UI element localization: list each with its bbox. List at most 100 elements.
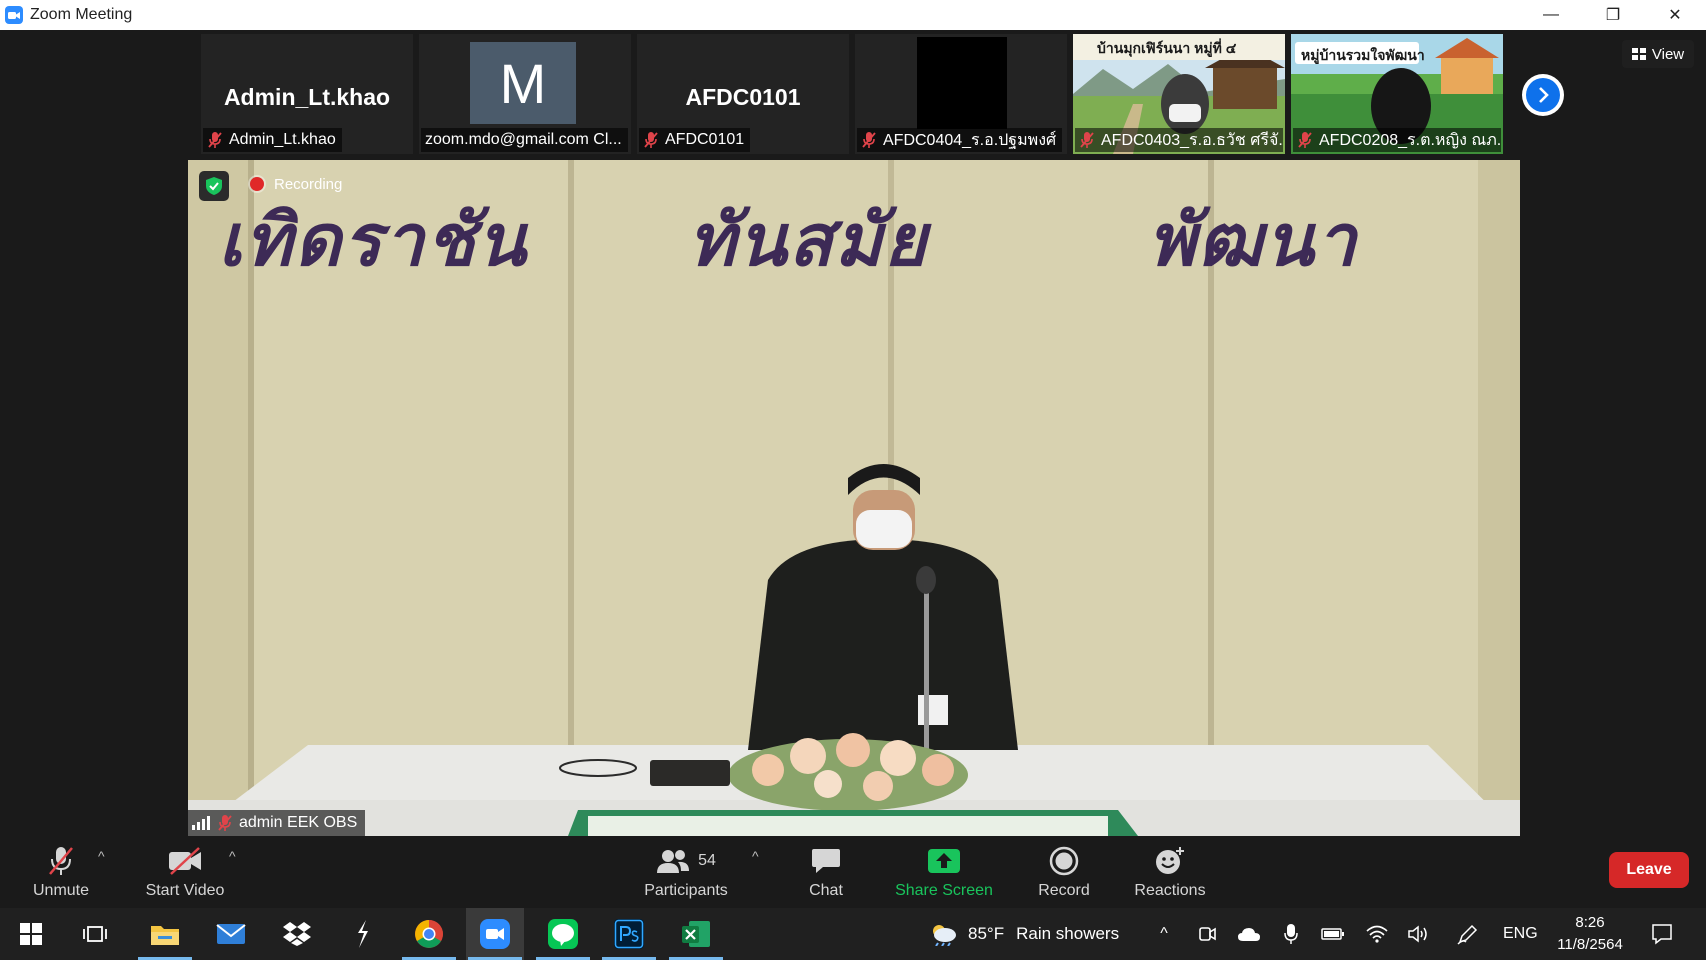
share-screen-label: Share Screen (895, 882, 993, 899)
participants-count: 54 (698, 852, 716, 869)
participant-thumbnail[interactable]: AFDC0404_ร.อ.ปฐมพงศ์ (855, 34, 1067, 154)
minimize-icon: — (1543, 6, 1559, 23)
participant-name: AFDC0403_ร.อ.ธวัช ศรีจั... (1101, 131, 1283, 149)
notifications-icon[interactable] (1650, 922, 1674, 946)
mic-muted-icon (1298, 132, 1312, 148)
clock-time: 8:26 (1575, 914, 1605, 931)
zoom-taskbar-button[interactable] (466, 908, 524, 960)
start-video-button[interactable]: Start Video (140, 838, 230, 908)
speaker-label: admin EEK OBS (188, 810, 366, 836)
minimize-button[interactable]: — (1520, 0, 1582, 30)
reactions-icon (1154, 844, 1186, 878)
pen-workspace-icon[interactable] (1456, 922, 1480, 946)
mic-muted-icon (644, 132, 658, 148)
start-video-label: Start Video (145, 882, 225, 899)
restore-button[interactable]: ❐ (1582, 0, 1644, 30)
line-app-icon (548, 919, 578, 949)
dropbox-icon (283, 922, 311, 946)
pen-app-taskbar-button[interactable] (334, 908, 392, 960)
mic-muted-icon (47, 844, 75, 878)
banner-word: ทันสมัย (688, 197, 929, 282)
zoom-meeting-window: Zoom Meeting — ❐ ✕ Admin_Lt.khao Admin_L… (0, 0, 1706, 960)
participant-thumbnail[interactable]: Admin_Lt.khao Admin_Lt.khao (201, 34, 413, 154)
view-button[interactable]: View (1622, 40, 1694, 68)
participants-options-caret[interactable]: ^ (752, 848, 759, 864)
chevron-right-icon (1526, 78, 1560, 112)
meet-now-icon[interactable] (1195, 922, 1219, 946)
mail-icon (216, 924, 246, 944)
chrome-taskbar-button[interactable] (400, 908, 458, 960)
file-explorer-taskbar-button[interactable] (136, 908, 194, 960)
participant-label: AFDC0403_ร.อ.ธวัช ศรีจั... (1075, 128, 1283, 152)
onedrive-cloud-icon[interactable] (1237, 922, 1261, 946)
excel-taskbar-button[interactable] (667, 908, 725, 960)
close-button[interactable]: ✕ (1644, 0, 1706, 30)
taskbar-clock[interactable]: 8:26 11/8/2564 (1540, 912, 1640, 956)
zoom-icon (480, 919, 510, 949)
show-hidden-icons-caret[interactable]: ^ (1152, 922, 1176, 946)
microphone-icon[interactable] (1279, 922, 1303, 946)
reactions-label: Reactions (1134, 882, 1206, 899)
volume-icon[interactable] (1407, 922, 1431, 946)
video-off-icon (167, 844, 203, 878)
recording-indicator[interactable]: Recording (250, 173, 342, 195)
rain-cloud-icon (933, 925, 956, 946)
record-button[interactable]: Record (1034, 838, 1094, 908)
window-title: Zoom Meeting (30, 6, 133, 23)
unmute-button[interactable]: Unmute (26, 838, 96, 908)
participant-thumbnail[interactable]: หมู่บ้านรวมใจพัฒนา AFDC0208_ร.ต.หญิง ณภ.… (1291, 34, 1503, 154)
security-shield-icon[interactable] (199, 171, 229, 201)
line-taskbar-button[interactable] (534, 908, 592, 960)
banner-word: เทิดราชัน (218, 197, 529, 282)
video-options-caret[interactable]: ^ (229, 848, 236, 864)
background-caption: หมู่บ้านรวมใจพัฒนา (1301, 47, 1425, 63)
participant-label: AFDC0101 (639, 128, 751, 152)
meeting-stage: Admin_Lt.khao Admin_Lt.khao M zoom.mdo@g… (0, 30, 1706, 838)
windows-taskbar: 85°F Rain showers ^ ENG 8:26 11/8/2564 (0, 908, 1706, 960)
recording-label: Recording (274, 175, 343, 193)
participants-button[interactable]: 54 Participants (636, 838, 736, 908)
weather-widget[interactable]: 85°F Rain showers (928, 908, 1119, 960)
banner-word: พัฒนา (1148, 197, 1359, 282)
video-off-frame (917, 37, 1007, 129)
chrome-icon (415, 920, 443, 948)
next-page-button[interactable] (1522, 74, 1564, 116)
active-speaker-video[interactable]: เทิดราชัน ทันสมัย พัฒนา Recording admin … (188, 160, 1520, 836)
mic-muted-icon (862, 132, 876, 148)
windows-start-button[interactable] (2, 908, 60, 960)
participant-label: zoom.mdo@gmail.com Cl... (421, 128, 628, 152)
battery-icon[interactable] (1321, 922, 1345, 946)
task-view-icon (83, 926, 107, 942)
participant-label: AFDC0208_ร.ต.หญิง ณภ... (1293, 128, 1501, 152)
share-screen-icon (927, 844, 961, 878)
zoom-app-icon (5, 6, 23, 24)
close-icon: ✕ (1668, 7, 1682, 24)
input-language-indicator[interactable]: ENG (1503, 908, 1538, 960)
participant-label: Admin_Lt.khao (203, 128, 342, 152)
avatar: M (470, 42, 576, 124)
audio-options-caret[interactable]: ^ (98, 848, 105, 864)
chat-label: Chat (809, 882, 843, 899)
mic-muted-icon (218, 815, 232, 831)
clock-date: 11/8/2564 (1557, 936, 1623, 953)
participant-thumbnail[interactable]: บ้านมุกเฟิร์นนา หมู่ที่ ๔ AFDC0403_ร.อ.ธ… (1073, 34, 1285, 154)
participants-icon: 54 (656, 844, 716, 878)
participant-thumbnail[interactable]: AFDC0101 AFDC0101 (637, 34, 849, 154)
participant-display-name: AFDC0101 (685, 84, 801, 110)
mail-taskbar-button[interactable] (202, 908, 260, 960)
mic-muted-icon (208, 132, 222, 148)
participant-thumbnail[interactable]: M zoom.mdo@gmail.com Cl... (419, 34, 631, 154)
title-bar: Zoom Meeting — ❐ ✕ (0, 0, 1706, 30)
dropbox-taskbar-button[interactable] (268, 908, 326, 960)
signal-strength-icon (192, 816, 210, 830)
participants-label: Participants (644, 882, 728, 899)
leave-button[interactable]: Leave (1609, 852, 1689, 888)
chat-button[interactable]: Chat (800, 838, 852, 908)
photoshop-taskbar-button[interactable] (600, 908, 658, 960)
task-view-button[interactable] (66, 908, 124, 960)
restore-icon: ❐ (1605, 7, 1621, 24)
share-screen-button[interactable]: Share Screen (892, 838, 996, 908)
wifi-icon[interactable] (1365, 922, 1389, 946)
reactions-button[interactable]: Reactions (1130, 838, 1210, 908)
participant-name: AFDC0404_ร.อ.ปฐมพงศ์ (883, 131, 1057, 149)
